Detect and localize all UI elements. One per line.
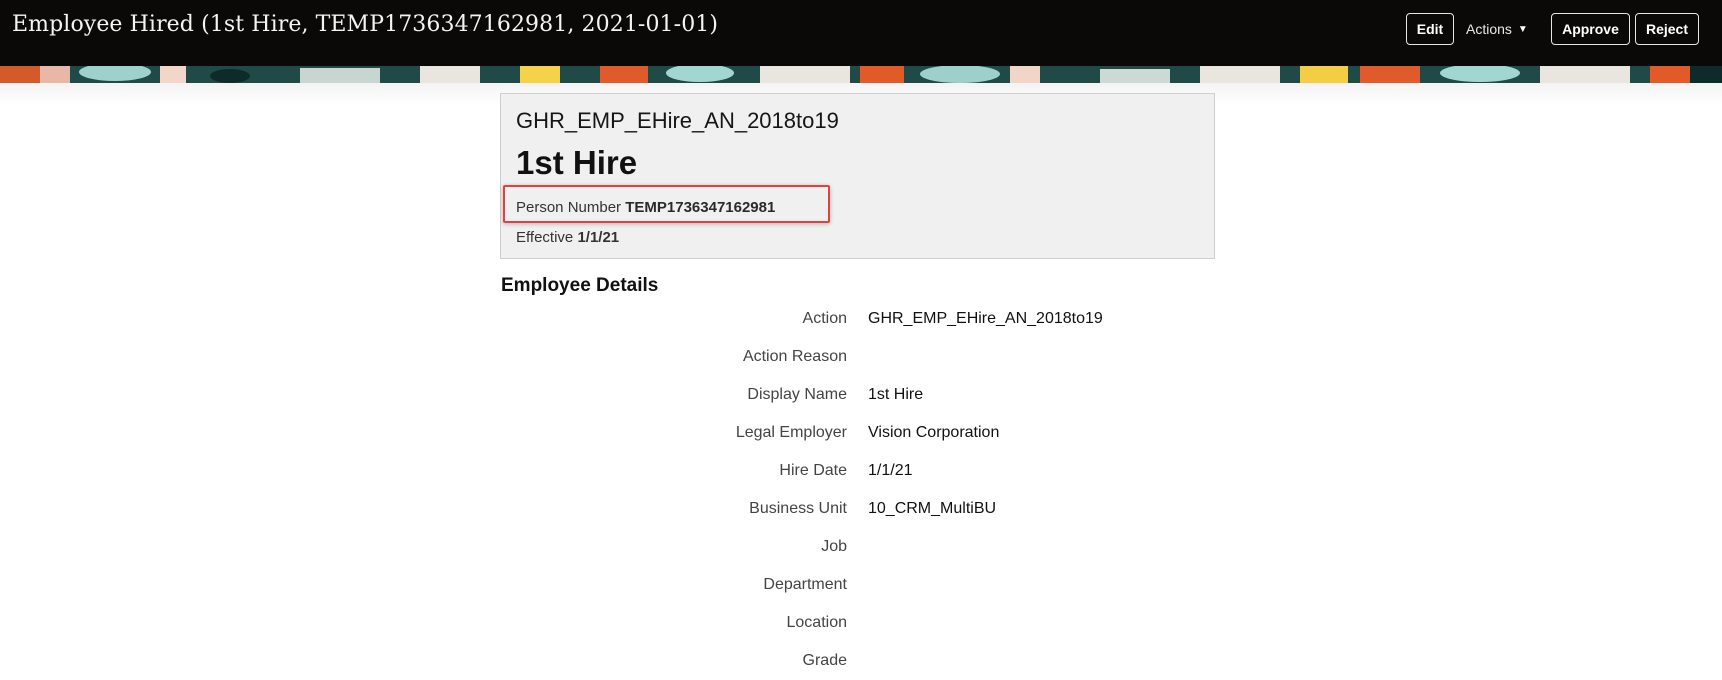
detail-row-legal-employer: Legal Employer Vision Corporation xyxy=(500,414,1215,452)
detail-row-department: Department xyxy=(500,566,1215,604)
detail-label: Grade xyxy=(802,652,847,669)
edit-button[interactable]: Edit xyxy=(1406,13,1454,45)
detail-label: Business Unit xyxy=(749,500,847,517)
detail-label: Action Reason xyxy=(742,348,847,365)
effective-value: 1/1/21 xyxy=(577,229,620,246)
detail-label: Action xyxy=(802,310,847,327)
header-bar: Employee Hired (1st Hire, TEMP1736347162… xyxy=(0,0,1722,66)
detail-row-location: Location xyxy=(500,604,1215,642)
toolbar: Edit Actions ▼ Approve Reject xyxy=(0,13,1722,47)
detail-value: 1st Hire xyxy=(868,386,924,403)
detail-label: Department xyxy=(763,576,847,593)
detail-row-display-name: Display Name 1st Hire xyxy=(500,376,1215,414)
action-code: GHR_EMP_EHire_AN_2018to19 xyxy=(516,108,839,133)
detail-row-action: Action GHR_EMP_EHire_AN_2018to19 xyxy=(500,300,1215,338)
detail-value: 10_CRM_MultiBU xyxy=(868,500,997,517)
effective-label: Effective xyxy=(516,229,574,246)
detail-label: Hire Date xyxy=(779,462,847,479)
reject-button[interactable]: Reject xyxy=(1635,13,1699,45)
detail-value: 1/1/21 xyxy=(868,462,913,479)
caret-down-icon: ▼ xyxy=(1517,23,1528,35)
detail-row-grade: Grade xyxy=(500,642,1215,680)
detail-label: Display Name xyxy=(747,386,847,403)
decorative-banner xyxy=(0,66,1722,83)
detail-value: Vision Corporation xyxy=(868,424,1000,441)
detail-row-job: Job xyxy=(500,528,1215,566)
display-name-heading: 1st Hire xyxy=(516,144,638,181)
detail-label: Job xyxy=(821,538,847,555)
summary-card: GHR_EMP_EHire_AN_2018to19 1st Hire Perso… xyxy=(500,93,1215,259)
detail-row-business-unit: Business Unit 10_CRM_MultiBU xyxy=(500,490,1215,528)
person-number-value: TEMP1736347162981 xyxy=(625,199,776,216)
detail-label: Legal Employer xyxy=(735,424,847,441)
actions-menu[interactable]: Actions ▼ xyxy=(1466,13,1540,45)
detail-value: GHR_EMP_EHire_AN_2018to19 xyxy=(868,310,1103,327)
actions-menu-label: Actions xyxy=(1466,21,1512,37)
person-number-label: Person Number xyxy=(516,199,622,216)
employee-details-heading: Employee Details xyxy=(501,275,659,296)
effective-date: Effective 1/1/21 xyxy=(516,229,619,246)
detail-row-hire-date: Hire Date 1/1/21 xyxy=(500,452,1215,490)
person-number: Person Number TEMP1736347162981 xyxy=(516,199,775,216)
detail-row-action-reason: Action Reason xyxy=(500,338,1215,376)
approve-button[interactable]: Approve xyxy=(1551,13,1630,45)
detail-label: Location xyxy=(786,614,848,631)
